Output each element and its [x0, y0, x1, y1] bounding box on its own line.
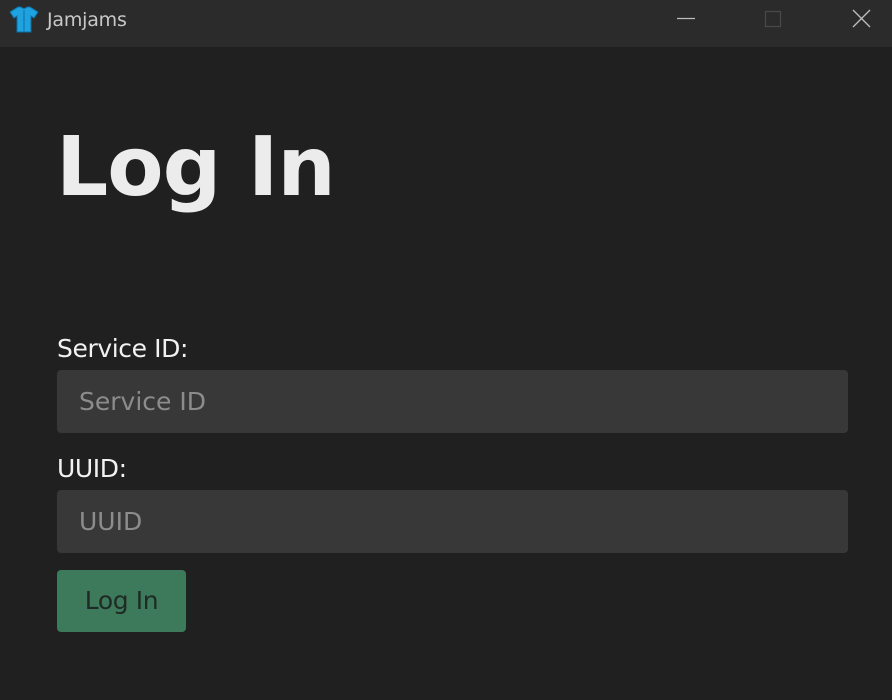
- close-icon: [852, 9, 871, 28]
- page-title: Log In: [56, 120, 336, 215]
- maximize-button[interactable]: [743, 0, 803, 40]
- shirt-icon: [9, 6, 39, 33]
- maximize-icon: [764, 10, 782, 28]
- service-id-label: Service ID:: [57, 334, 188, 363]
- title-bar[interactable]: Jamjams: [0, 0, 892, 47]
- close-button[interactable]: [831, 0, 891, 40]
- minimize-icon: [677, 17, 695, 20]
- login-button[interactable]: Log In: [57, 570, 186, 632]
- uuid-input[interactable]: [57, 490, 848, 553]
- minimize-button[interactable]: [656, 0, 716, 40]
- app-window: Jamjams Log In Service ID: UUID: Log In: [0, 0, 892, 700]
- uuid-label: UUID:: [57, 454, 127, 483]
- window-title: Jamjams: [47, 9, 127, 31]
- service-id-input[interactable]: [57, 370, 848, 433]
